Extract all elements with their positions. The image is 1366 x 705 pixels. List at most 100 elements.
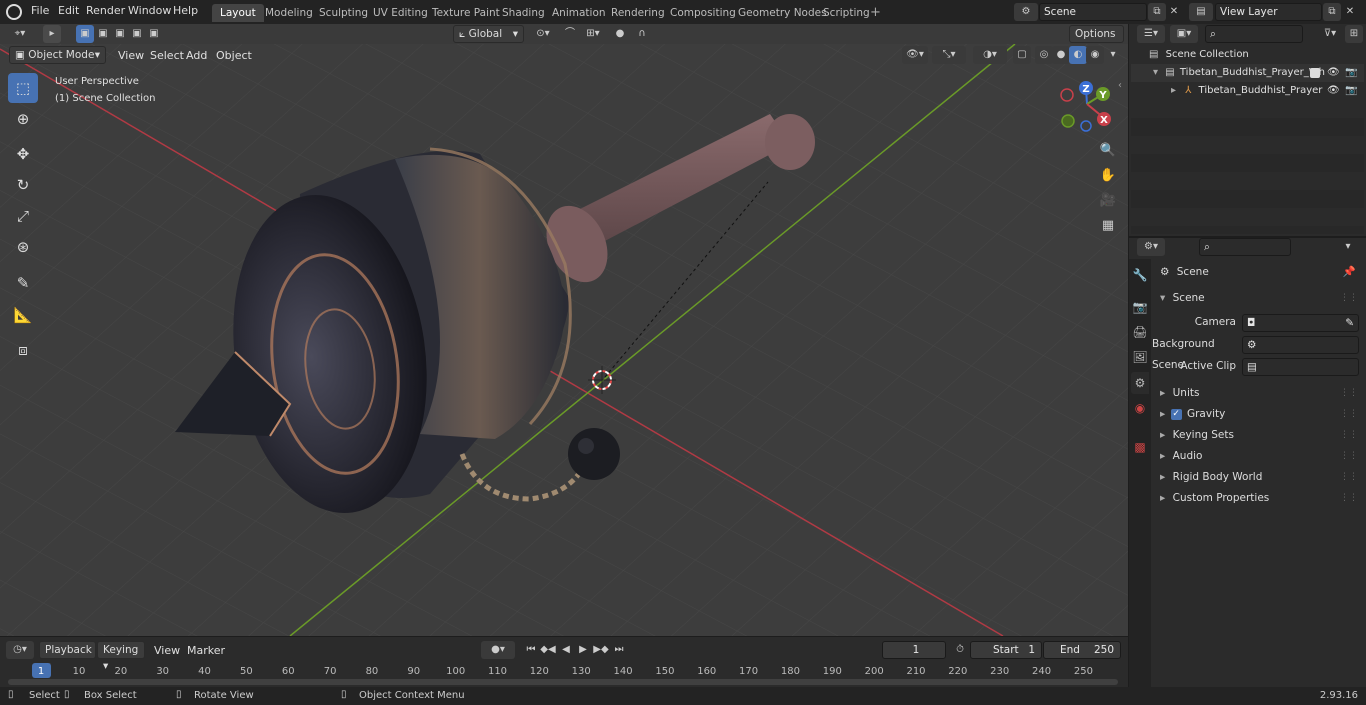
add-workspace-button[interactable]: + (870, 5, 881, 20)
tab-scripting[interactable]: Scripting (815, 4, 878, 22)
keying-dropdown[interactable]: Keying ▾ (97, 641, 145, 672)
menu-render[interactable]: Render (86, 4, 125, 17)
timeline-menu-marker[interactable]: Marker (187, 644, 225, 657)
auto-keying-icon[interactable]: ●▾ (481, 641, 515, 659)
playback-dropdown[interactable]: Playback ▾ (39, 641, 96, 672)
background-scene-field[interactable]: ⚙ (1242, 336, 1359, 354)
select-mode-intersect-icon[interactable]: ▣ (145, 25, 163, 43)
texture-tab-icon[interactable]: ▩ (1131, 436, 1149, 458)
annotate-tool-icon[interactable]: ✎ (8, 268, 38, 298)
xray-toggle-icon[interactable]: ▢ (1013, 46, 1031, 64)
drag-handle-icon[interactable]: ⋮⋮ (1340, 288, 1358, 309)
wireframe-shading-icon[interactable]: ◎ (1035, 46, 1053, 64)
menu-object[interactable]: Object (216, 49, 252, 62)
pivot-point-icon[interactable]: ⊙▾ (530, 25, 556, 43)
options-dropdown[interactable]: Options ▾ (1069, 25, 1124, 56)
mode-dropdown[interactable]: ▣ Object Mode ▾ (9, 46, 106, 64)
rendered-shading-icon[interactable]: ◉ (1086, 46, 1104, 64)
perspective-toggle-icon[interactable]: ▦ (1097, 215, 1119, 237)
blender-logo-icon[interactable] (6, 4, 22, 20)
timeline-editor-type-icon[interactable]: ◷▾ (6, 641, 34, 659)
snap-toggle-icon[interactable]: ⌒ (561, 25, 579, 43)
view-layer-tab-icon[interactable]: 🖼 (1131, 346, 1149, 368)
tab-layout[interactable]: Layout (212, 4, 264, 22)
menu-help[interactable]: Help (173, 4, 198, 17)
expand-chevron-icon[interactable]: ▸ (1160, 387, 1165, 399)
eye-icon[interactable]: 👁 (1327, 64, 1340, 82)
timeline-menu-view[interactable]: View (154, 644, 180, 657)
drag-handle-icon[interactable]: ⋮⋮ (1340, 383, 1358, 404)
timeline-scrollbar[interactable] (8, 679, 1118, 685)
expand-chevron-icon[interactable]: ▸ (1160, 408, 1165, 420)
overlay-toggle-icon[interactable]: ◑▾ (973, 46, 1007, 64)
sidebar-toggle-icon[interactable]: ‹ (1118, 80, 1122, 91)
select-mode-subtract-icon[interactable]: ▣ (111, 25, 129, 43)
menu-window[interactable]: Window (128, 4, 171, 17)
units-panel[interactable]: ▸ Units ⋮⋮ (1152, 383, 1364, 404)
expand-chevron-icon[interactable]: ▾ (1160, 292, 1165, 304)
drag-handle-icon[interactable]: ⋮⋮ (1340, 467, 1358, 488)
rigid-body-world-panel[interactable]: ▸ Rigid Body World ⋮⋮ (1152, 467, 1364, 488)
delete-scene-icon[interactable]: ✕ (1165, 3, 1183, 21)
world-tab-icon[interactable]: ◉ (1131, 397, 1149, 419)
menu-view[interactable]: View (118, 49, 144, 62)
view-layer-field[interactable]: View Layer (1215, 3, 1322, 21)
gravity-checkbox[interactable]: ✓ (1170, 408, 1182, 420)
active-clip-field[interactable]: ▤ (1242, 358, 1359, 376)
eyedropper-icon[interactable]: ✎ (1345, 315, 1354, 331)
gravity-panel[interactable]: ▸ ✓ Gravity ⋮⋮ (1152, 404, 1364, 425)
expand-chevron-icon[interactable]: ▸ (1160, 450, 1165, 462)
gizmo-neg-y[interactable] (1061, 114, 1075, 128)
start-frame-field[interactable]: Start 1 (970, 641, 1042, 659)
custom-properties-panel[interactable]: ▸ Custom Properties ⋮⋮ (1152, 488, 1364, 509)
cursor-tool-icon[interactable]: ⊕ (8, 104, 38, 134)
keying-sets-panel[interactable]: ▸ Keying Sets ⋮⋮ (1152, 425, 1364, 446)
pin-icon[interactable]: 📌 (1343, 262, 1356, 283)
zoom-icon[interactable]: 🔍 (1097, 140, 1119, 162)
camera-render-icon[interactable]: 📷 (1345, 82, 1357, 100)
view-layer-selector-icon[interactable]: ▤ (1189, 3, 1213, 21)
falloff-icon[interactable]: ∩ (629, 25, 655, 43)
play-reverse-icon[interactable]: ◀ (557, 641, 575, 659)
proportional-edit-icon[interactable]: ● (611, 25, 629, 43)
exclude-checkbox[interactable] (1310, 68, 1320, 78)
3d-viewport[interactable]: Z Y X ▣ Object Mode ▾ View Select Add Obj… (0, 44, 1128, 636)
menu-edit[interactable]: Edit (58, 4, 79, 17)
jump-start-icon[interactable]: ⏮ (522, 641, 540, 659)
new-collection-icon[interactable]: ⊞ (1345, 25, 1363, 43)
render-tab-icon[interactable]: 📷 (1131, 296, 1149, 318)
transform-tool-icon[interactable]: ⊛ (8, 232, 38, 262)
eye-icon[interactable]: 👁 (1327, 82, 1340, 100)
expand-chevron-icon[interactable]: ▸ (1160, 492, 1165, 504)
end-frame-field[interactable]: End 250 (1043, 641, 1121, 659)
select-tool-icon[interactable]: ▸ (43, 25, 61, 43)
outliner-search-input[interactable]: ⌕ (1205, 25, 1303, 43)
outliner-scene-collection[interactable]: ▤ Scene Collection (1131, 46, 1364, 64)
material-shading-icon[interactable]: ◐ (1069, 46, 1087, 64)
menu-add[interactable]: Add (186, 49, 207, 62)
scene-panel-header[interactable]: ▾ Scene ⋮⋮ (1152, 288, 1364, 309)
transform-orientation-dropdown[interactable]: ⟀ Global ▾ (453, 25, 524, 43)
jump-end-icon[interactable]: ⏭ (610, 641, 628, 659)
camera-view-icon[interactable]: 🎥 (1097, 190, 1119, 212)
expand-chevron-icon[interactable]: ▸ (1171, 85, 1176, 96)
current-frame-field[interactable]: 1 (882, 641, 946, 659)
scene-name-field[interactable]: Scene (1039, 3, 1147, 21)
outliner-object-row[interactable]: ▸ ⅄ Tibetan_Buddhist_Prayer 👁 📷 (1131, 82, 1364, 100)
solid-shading-icon[interactable]: ● (1052, 46, 1070, 64)
audio-panel[interactable]: ▸ Audio ⋮⋮ (1152, 446, 1364, 467)
new-scene-icon[interactable]: ⧉ (1148, 3, 1166, 21)
select-box-tool-icon[interactable]: ⬚ (8, 73, 38, 103)
output-tab-icon[interactable]: 🖨 (1131, 321, 1149, 343)
drag-handle-icon[interactable]: ⋮⋮ (1340, 488, 1358, 509)
viewport-canvas[interactable]: Z Y X (0, 44, 1128, 636)
outliner-collection-row[interactable]: ▾ ▤ Tibetan_Buddhist_Prayer_Wh 👁 📷 (1131, 64, 1364, 82)
drag-handle-icon[interactable]: ⋮⋮ (1340, 404, 1358, 425)
delete-view-layer-icon[interactable]: ✕ (1341, 3, 1359, 21)
expand-chevron-icon[interactable]: ▾ (1153, 67, 1158, 78)
menu-file[interactable]: File (31, 4, 49, 17)
expand-chevron-icon[interactable]: ▸ (1160, 429, 1165, 441)
camera-render-icon[interactable]: 📷 (1345, 64, 1357, 82)
jump-prev-keyframe-icon[interactable]: ◆◀ (539, 641, 557, 659)
expand-chevron-icon[interactable]: ▸ (1160, 471, 1165, 483)
